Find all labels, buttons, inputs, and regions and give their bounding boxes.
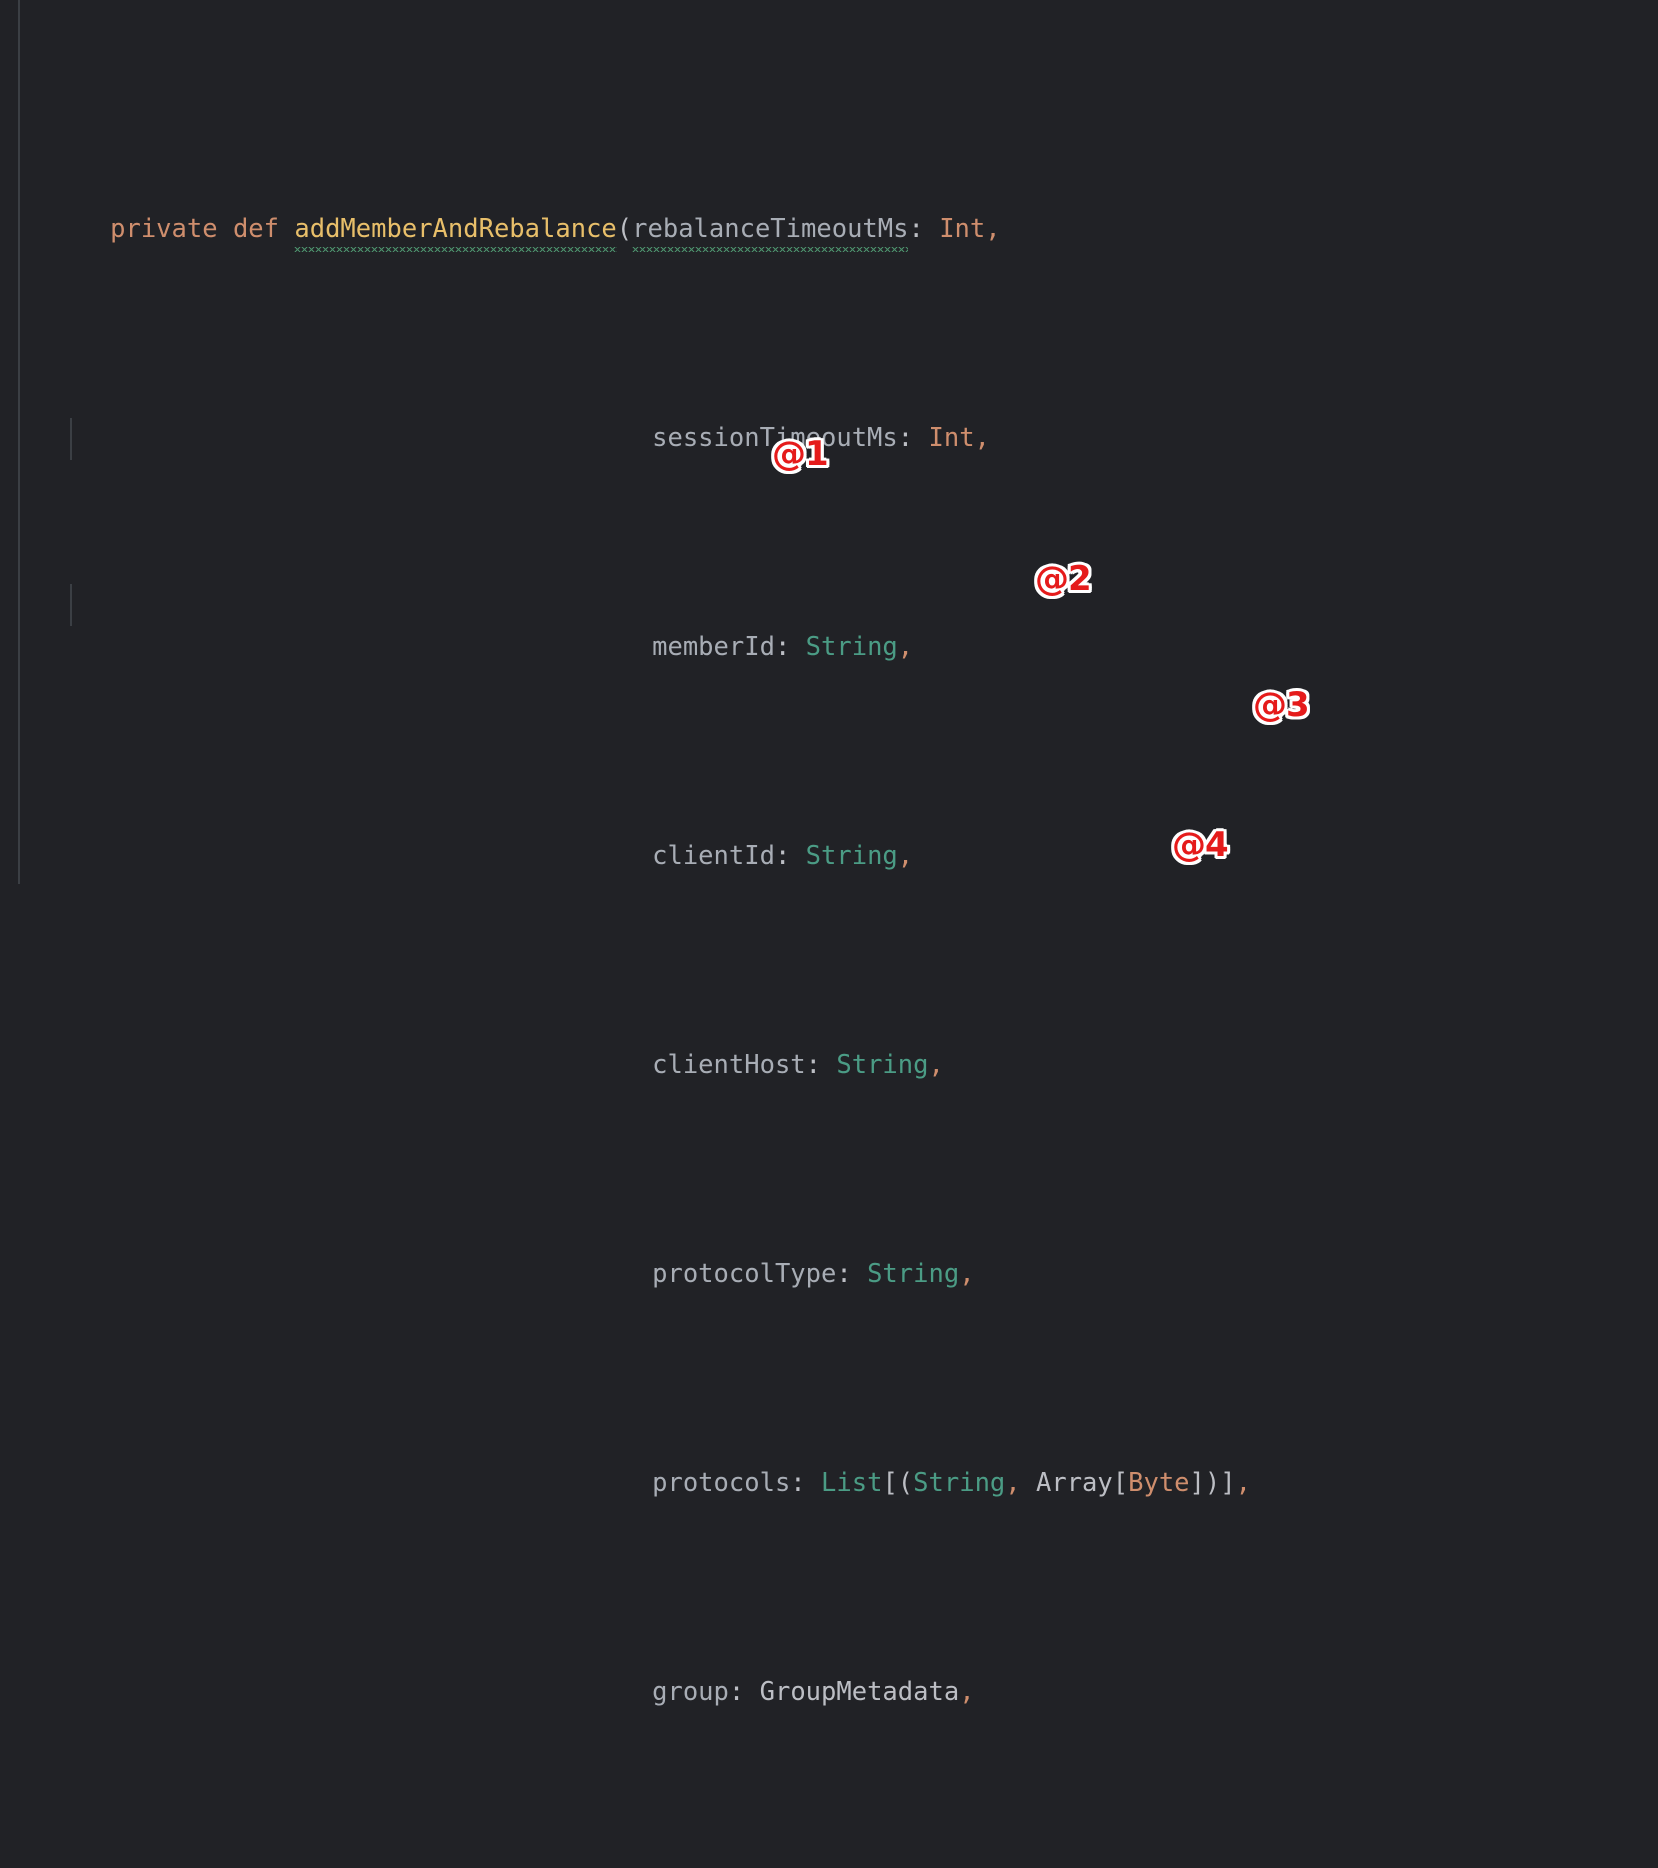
param-type-6-list: List: [821, 1467, 883, 1498]
param-name-4: clientHost: [652, 1049, 806, 1080]
param-colon-5: :: [836, 1258, 868, 1289]
param-comma-3: ,: [897, 840, 914, 871]
param-type-6-byte: Byte: [1128, 1467, 1190, 1498]
param-name-2: memberId: [652, 631, 775, 662]
param-colon-1: :: [897, 422, 929, 453]
param-colon-0: :: [908, 213, 940, 244]
bracket-close-6: ])]: [1189, 1467, 1236, 1498]
param-name-5: protocolType: [652, 1258, 837, 1289]
param-colon-6: :: [790, 1467, 822, 1498]
param-name-3: clientId: [652, 840, 775, 871]
code-line-param-8: callback: JoinCallback) {: [0, 1839, 1658, 1868]
param-type-6-string: String: [913, 1467, 1006, 1498]
param-colon-4: :: [805, 1049, 837, 1080]
param-name-0: rebalanceTimeoutMs: [632, 213, 909, 244]
open-paren: (: [616, 213, 633, 244]
param-comma-2: ,: [897, 631, 914, 662]
param-comma-5: ,: [959, 1258, 975, 1289]
code-line-param-5: protocolType: String,: [0, 1212, 1658, 1289]
annotation-badge-2[interactable]: @2: [1035, 562, 1092, 596]
bracket-open-6b: [: [1112, 1467, 1129, 1498]
def-keyword: def: [232, 213, 280, 244]
code-line-param-1: sessionTimeoutMs: Int,: [0, 376, 1658, 453]
param-type-6-comma: ,: [1005, 1467, 1021, 1498]
param-colon-3: :: [774, 840, 806, 871]
param-type-4: String: [836, 1049, 929, 1080]
code-line-signature: private def addMemberAndRebalance(rebala…: [0, 167, 1658, 252]
param-comma-6: ,: [1235, 1467, 1251, 1498]
param-comma-0: ,: [985, 213, 1001, 244]
param-name-7: group: [652, 1676, 729, 1707]
param-type-0: Int: [939, 213, 986, 244]
annotation-badge-3[interactable]: @3: [1253, 688, 1310, 722]
param-type-6-space: [1021, 1468, 1036, 1498]
param-comma-1: ,: [974, 422, 990, 453]
annotation-badge-4[interactable]: @4: [1172, 828, 1229, 862]
modifier-keyword: private: [110, 213, 218, 244]
param-type-3: String: [805, 840, 898, 871]
code-line-param-6: protocols: List[(String, Array[Byte])],: [0, 1421, 1658, 1498]
code-line-param-4: clientHost: String,: [0, 1003, 1658, 1080]
code-line-param-3: clientId: String,: [0, 794, 1658, 871]
source-code-block[interactable]: private def addMemberAndRebalance(rebala…: [0, 0, 1658, 1868]
param-comma-4: ,: [928, 1049, 944, 1080]
param-type-5: String: [867, 1258, 960, 1289]
code-editor-pane[interactable]: private def addMemberAndRebalance(rebala…: [0, 0, 1658, 1707]
param-type-7: GroupMetadata: [759, 1676, 960, 1707]
annotation-badge-1[interactable]: @1: [772, 437, 829, 471]
method-name: addMemberAndRebalance: [294, 213, 617, 244]
param-name-6: protocols: [652, 1467, 791, 1498]
code-line-param-7: group: GroupMetadata,: [0, 1630, 1658, 1707]
param-comma-7: ,: [959, 1676, 975, 1707]
param-colon-7: :: [728, 1676, 760, 1707]
param-type-1: Int: [928, 422, 975, 453]
param-colon-2: :: [774, 631, 806, 662]
code-line-param-2: memberId: String,: [0, 585, 1658, 662]
param-type-6-array: Array: [1036, 1467, 1113, 1498]
param-type-2: String: [805, 631, 898, 662]
bracket-open-6: [(: [882, 1467, 914, 1498]
